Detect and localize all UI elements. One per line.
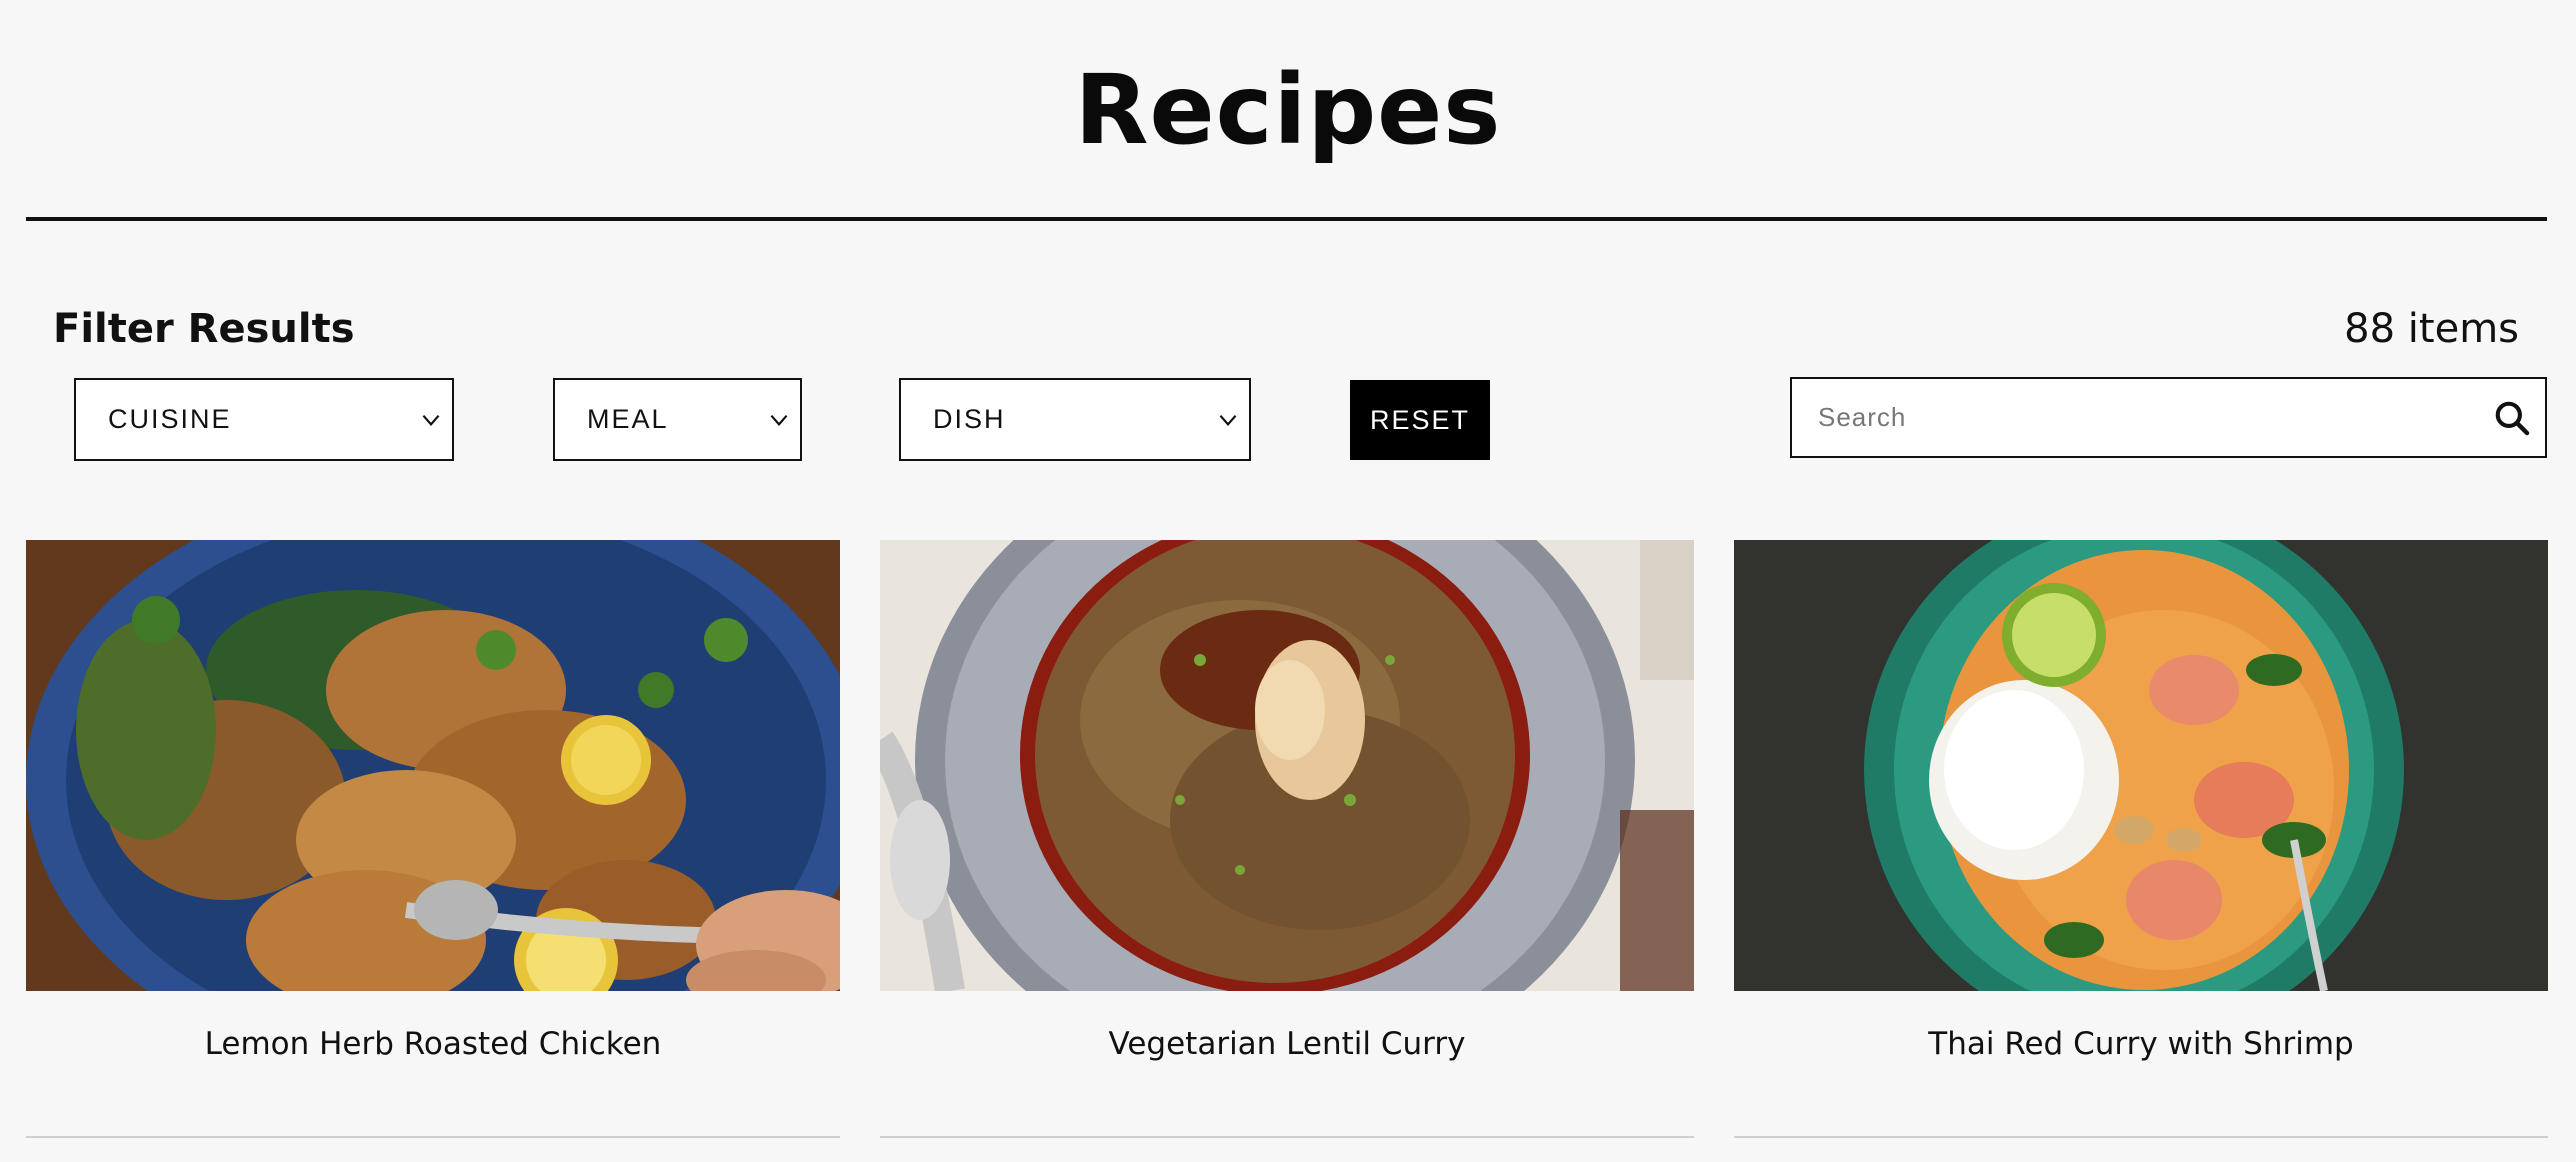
filter-heading: Filter Results [53,306,355,352]
chevron-down-icon [1219,414,1237,426]
thai-curry-photo [1734,540,2548,991]
recipe-title[interactable]: Vegetarian Lentil Curry [880,1023,1694,1065]
search-input[interactable] [1792,379,2472,456]
dish-dropdown-label: DISH [933,404,1006,434]
chevron-down-icon [770,414,788,426]
recipe-title[interactable]: Thai Red Curry with Shrimp [1734,1023,2548,1065]
recipe-title[interactable]: Lemon Herb Roasted Chicken [26,1023,840,1065]
roast-chicken-photo [26,540,840,991]
recipe-image[interactable] [1734,540,2548,991]
recipe-image[interactable] [26,540,840,991]
meal-dropdown-label: MEAL [587,404,669,434]
recipe-card[interactable]: Thai Red Curry with Shrimp [1734,540,2548,1162]
reset-button[interactable]: RESET [1350,380,1490,460]
cuisine-dropdown[interactable]: CUISINE [74,378,454,461]
cuisine-dropdown-label: CUISINE [108,404,232,434]
card-divider [1734,1136,2548,1138]
recipe-card[interactable]: Lemon Herb Roasted Chicken [26,540,840,1162]
search-box [1790,377,2547,458]
lentil-curry-photo [880,540,1694,991]
item-count: 88 items [2344,306,2519,352]
dish-dropdown[interactable]: DISH [899,378,1251,461]
meal-dropdown[interactable]: MEAL [553,378,802,461]
recipe-image[interactable] [880,540,1694,991]
card-divider [26,1136,840,1138]
page-title: Recipes [1074,54,1502,166]
chevron-down-icon [422,414,440,426]
recipe-card[interactable]: Vegetarian Lentil Curry [880,540,1694,1162]
title-divider [26,217,2547,221]
search-icon[interactable] [2493,399,2531,437]
recipes-page: Recipes Filter Results 88 items CUISINE … [0,0,2576,1162]
card-divider [880,1136,1694,1138]
